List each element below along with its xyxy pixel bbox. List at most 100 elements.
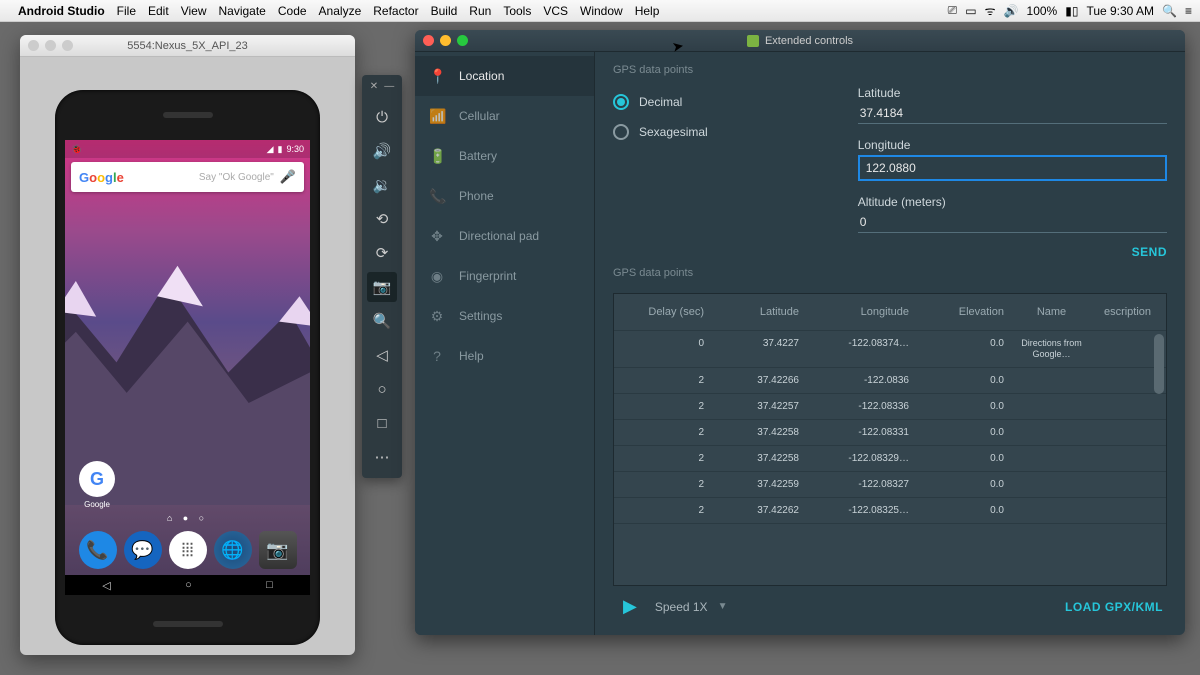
messages-app-icon[interactable]: 💬 <box>124 531 162 569</box>
menu-edit[interactable]: Edit <box>148 4 169 18</box>
col-name[interactable]: Name <box>1004 306 1099 318</box>
col-longitude[interactable]: Longitude <box>799 306 909 318</box>
sidebar-item-fingerprint[interactable]: ◉Fingerprint <box>415 256 594 296</box>
menu-refactor[interactable]: Refactor <box>373 4 418 18</box>
volume-icon[interactable]: 🔊 <box>1004 4 1019 18</box>
extended-titlebar[interactable]: Extended controls <box>415 30 1185 52</box>
table-row[interactable]: 237.42262-122.08325…0.0 <box>614 498 1166 524</box>
browser-app-icon[interactable]: 🌐 <box>214 531 252 569</box>
volume-down-button[interactable]: 🔉 <box>367 170 397 200</box>
phone-screen[interactable]: 🐞 ◢ ▮ 9:30 Google Say "Ok Google" 🎤 <box>65 140 310 595</box>
menu-analyze[interactable]: Analyze <box>319 4 362 18</box>
overview-button[interactable]: □ <box>367 408 397 438</box>
search-placeholder: Say "Ok Google" <box>124 172 274 183</box>
apps-drawer-icon[interactable]: ⦙⦙⦙ <box>169 531 207 569</box>
phone-icon: 📞 <box>429 188 445 205</box>
google-search-bar[interactable]: Google Say "Ok Google" 🎤 <box>71 162 304 192</box>
menu-vcs[interactable]: VCS <box>543 4 568 18</box>
sidebar-item-battery[interactable]: 🔋Battery <box>415 136 594 176</box>
rotate-left-button[interactable]: ⟲ <box>367 204 397 234</box>
mic-icon[interactable]: 🎤 <box>280 169 296 185</box>
volume-up-button[interactable]: 🔊 <box>367 136 397 166</box>
more-button[interactable]: ⋯ <box>367 442 397 472</box>
table-row[interactable]: 237.42259-122.083270.0 <box>614 472 1166 498</box>
col-latitude[interactable]: Latitude <box>704 306 799 318</box>
sidebar-item-cellular[interactable]: 📶Cellular <box>415 96 594 136</box>
emulator-titlebar[interactable]: 5554:Nexus_5X_API_23 <box>20 35 355 57</box>
sidebar-item-dpad[interactable]: ✥Directional pad <box>415 216 594 256</box>
col-elevation[interactable]: Elevation <box>909 306 1004 318</box>
battery-percent: 100% <box>1027 4 1058 18</box>
wifi-icon[interactable]: ᯤ <box>985 2 996 19</box>
power-button[interactable]: ⏻ <box>367 102 397 132</box>
col-delay[interactable]: Delay (sec) <box>624 306 704 318</box>
menu-file[interactable]: File <box>117 4 136 18</box>
latitude-input[interactable]: 37.4184 <box>858 103 1167 124</box>
send-button[interactable]: SEND <box>1132 245 1167 259</box>
traffic-lights[interactable] <box>423 35 468 46</box>
nav-home-icon[interactable]: ○ <box>185 579 192 591</box>
notification-icon[interactable]: ⎚ <box>948 3 958 18</box>
zoom-button[interactable]: 🔍 <box>367 306 397 336</box>
col-description[interactable]: escription <box>1099 306 1156 318</box>
gps-table: Delay (sec) Latitude Longitude Elevation… <box>613 293 1167 586</box>
menu-view[interactable]: View <box>181 4 207 18</box>
play-button[interactable]: ▶ <box>623 596 637 617</box>
radio-sexagesimal[interactable]: Sexagesimal <box>613 124 708 140</box>
list-icon[interactable]: ≡ <box>1185 4 1192 18</box>
menu-build[interactable]: Build <box>431 4 458 18</box>
android-icon <box>747 35 759 47</box>
table-row[interactable]: 237.42257-122.083360.0 <box>614 394 1166 420</box>
camera-button[interactable]: 📷 <box>367 272 397 302</box>
phone-app-icon[interactable]: 📞 <box>79 531 117 569</box>
longitude-input[interactable]: 122.0880 <box>858 155 1167 181</box>
android-status-bar[interactable]: 🐞 ◢ ▮ 9:30 <box>65 140 310 158</box>
extended-sidebar: 📍Location 📶Cellular 🔋Battery 📞Phone ✥Dir… <box>415 52 595 635</box>
menu-code[interactable]: Code <box>278 4 307 18</box>
clock[interactable]: Tue 9:30 AM <box>1086 4 1154 18</box>
minimize-icon[interactable]: — <box>384 81 394 92</box>
nav-overview-icon[interactable]: □ <box>266 579 273 591</box>
radio-on-icon <box>613 94 629 110</box>
table-row[interactable]: 237.42266-122.08360.0 <box>614 368 1166 394</box>
spotlight-icon[interactable]: 🔍 <box>1162 4 1177 18</box>
gear-icon: ⚙ <box>429 308 445 325</box>
altitude-field: Altitude (meters) 0 <box>858 195 1167 233</box>
table-body[interactable]: 037.4227-122.08374…0.0Directions from Go… <box>614 331 1166 585</box>
battery-icon[interactable]: ▮▯ <box>1065 4 1078 18</box>
camera-app-icon[interactable]: 📷 <box>259 531 297 569</box>
dock: 📞 💬 ⦙⦙⦙ 🌐 📷 <box>75 525 300 575</box>
menu-window[interactable]: Window <box>580 4 623 18</box>
sidebar-item-location[interactable]: 📍Location <box>415 56 594 96</box>
sidebar-item-settings[interactable]: ⚙Settings <box>415 296 594 336</box>
menu-navigate[interactable]: Navigate <box>218 4 265 18</box>
table-row[interactable]: 237.42258-122.083310.0 <box>614 420 1166 446</box>
speed-selector[interactable]: Speed 1X ▼ <box>655 600 728 614</box>
radio-decimal[interactable]: Decimal <box>613 94 708 110</box>
airplay-icon[interactable]: ▭ <box>965 4 976 18</box>
home-button[interactable]: ○ <box>367 374 397 404</box>
scrollbar-thumb[interactable] <box>1154 334 1164 394</box>
location-icon: 📍 <box>429 68 445 85</box>
menu-tools[interactable]: Tools <box>503 4 531 18</box>
traffic-lights[interactable] <box>28 40 73 51</box>
close-icon[interactable]: ✕ <box>370 81 378 92</box>
menu-help[interactable]: Help <box>635 4 660 18</box>
phone-frame: 🐞 ◢ ▮ 9:30 Google Say "Ok Google" 🎤 <box>55 90 320 645</box>
sidebar-item-phone[interactable]: 📞Phone <box>415 176 594 216</box>
load-gpx-button[interactable]: LOAD GPX/KML <box>1065 600 1163 614</box>
emulator-title: 5554:Nexus_5X_API_23 <box>127 40 247 52</box>
sidebar-item-help[interactable]: ?Help <box>415 336 594 376</box>
status-time: 9:30 <box>286 144 304 154</box>
macos-menubar: Android Studio File Edit View Navigate C… <box>0 0 1200 22</box>
menu-run[interactable]: Run <box>469 4 491 18</box>
battery-icon: 🔋 <box>429 148 445 165</box>
google-app-icon[interactable]: G <box>79 461 115 497</box>
nav-back-icon[interactable]: ◁ <box>102 579 110 592</box>
back-button[interactable]: ◁ <box>367 340 397 370</box>
table-row[interactable]: 037.4227-122.08374…0.0Directions from Go… <box>614 331 1166 368</box>
altitude-input[interactable]: 0 <box>858 212 1167 233</box>
table-row[interactable]: 237.42258-122.08329…0.0 <box>614 446 1166 472</box>
app-name[interactable]: Android Studio <box>18 4 105 18</box>
rotate-right-button[interactable]: ⟳ <box>367 238 397 268</box>
